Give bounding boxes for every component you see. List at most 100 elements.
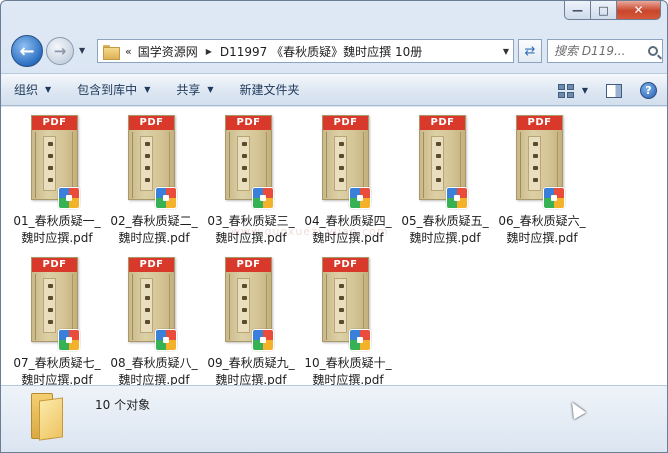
organize-label: 组织 xyxy=(14,83,39,97)
file-list: www.guoxuezi yuan.com PDF 01_春秋质疑一_ 魏时应撰.p… xyxy=(1,107,667,387)
mouse-cursor-icon xyxy=(565,398,587,420)
share-button[interactable]: 共享 ▼ xyxy=(163,73,226,106)
pdf-app-icon xyxy=(252,187,274,209)
search-input[interactable] xyxy=(554,44,646,58)
pdf-badge-label: PDF xyxy=(139,259,164,270)
view-options-dropdown[interactable]: ▼ xyxy=(582,86,588,95)
view-controls: ▼ ? xyxy=(557,74,667,107)
forward-button[interactable]: → xyxy=(46,37,74,65)
file-name-line: 魏时应撰.pdf xyxy=(312,231,384,245)
maximize-button[interactable]: □ xyxy=(591,1,617,20)
back-arrow-icon: ← xyxy=(19,40,35,62)
search-icon[interactable] xyxy=(648,46,658,56)
pdf-badge-label: PDF xyxy=(236,117,261,128)
command-bar: 组织 ▼ 包含到库中 ▼ 共享 ▼ 新建文件夹 ▼ ? xyxy=(1,73,667,106)
file-name[interactable]: 07_春秋质疑七_ 魏时应撰.pdf xyxy=(10,355,104,389)
file-item[interactable]: PDF 03_春秋质疑三_ 魏时应撰.pdf xyxy=(204,113,298,245)
breadcrumb-item-root[interactable]: 国学资源网 xyxy=(138,43,198,60)
pdf-badge-label: PDF xyxy=(42,259,67,270)
book-title-slip xyxy=(237,278,250,333)
change-view-icon[interactable] xyxy=(557,83,574,98)
explorer-window: — □ ✕ ← → ▼ « 国学资源网 ▶ D11997 《春秋质疑》魏时应撰 … xyxy=(0,0,668,453)
file-name[interactable]: 08_春秋质疑八_ 魏时应撰.pdf xyxy=(107,355,201,389)
pdf-app-icon xyxy=(252,329,274,351)
book-title-slip xyxy=(140,136,153,191)
pdf-app-icon xyxy=(155,187,177,209)
file-item[interactable]: PDF 09_春秋质疑九_ 魏时应撰.pdf xyxy=(204,255,298,387)
pdf-app-icon xyxy=(349,329,371,351)
file-name[interactable]: 10_春秋质疑十_ 魏时应撰.pdf xyxy=(301,355,395,389)
include-in-library-button[interactable]: 包含到库中 ▼ xyxy=(64,73,163,106)
item-count: 10 个对象 xyxy=(95,398,151,412)
recent-pages-dropdown[interactable]: ▼ xyxy=(79,46,89,56)
file-item[interactable]: PDF 07_春秋质疑七_ 魏时应撰.pdf xyxy=(10,255,104,387)
breadcrumb-separator-icon[interactable]: ▶ xyxy=(206,47,212,56)
breadcrumb: « 国学资源网 ▶ D11997 《春秋质疑》魏时应撰 10册 xyxy=(125,43,422,60)
file-name-line: 魏时应撰.pdf xyxy=(21,231,93,245)
file-name[interactable]: 01_春秋质疑一_ 魏时应撰.pdf xyxy=(10,213,104,247)
book-title-slip xyxy=(140,278,153,333)
file-name-line: 01_春秋质疑一_ xyxy=(13,214,101,228)
caption-buttons: — □ ✕ xyxy=(564,1,661,21)
close-button[interactable]: ✕ xyxy=(617,1,661,20)
file-name[interactable]: 05_春秋质疑五_ 魏时应撰.pdf xyxy=(398,213,492,247)
search-box[interactable] xyxy=(547,39,663,63)
organize-button[interactable]: 组织 ▼ xyxy=(1,73,64,106)
file-name-line: 魏时应撰.pdf xyxy=(506,231,578,245)
new-folder-button[interactable]: 新建文件夹 xyxy=(227,73,313,106)
file-name-line: 03_春秋质疑三_ xyxy=(207,214,295,228)
book-title-slip xyxy=(334,136,347,191)
pdf-app-icon xyxy=(543,187,565,209)
file-name-line: 02_春秋质疑二_ xyxy=(110,214,198,228)
minimize-icon: — xyxy=(572,3,583,17)
file-item[interactable]: PDF 04_春秋质疑四_ 魏时应撰.pdf xyxy=(301,113,395,245)
maximize-icon: □ xyxy=(598,3,609,17)
file-name-line: 04_春秋质疑四_ xyxy=(304,214,392,228)
file-name[interactable]: 06_春秋质疑六_ 魏时应撰.pdf xyxy=(495,213,589,247)
chevron-down-icon: ▼ xyxy=(207,85,214,94)
pdf-app-icon xyxy=(446,187,468,209)
file-name[interactable]: 03_春秋质疑三_ 魏时应撰.pdf xyxy=(204,213,298,247)
breadcrumb-item-current[interactable]: D11997 《春秋质疑》魏时应撰 10册 xyxy=(220,43,422,60)
folder-icon xyxy=(31,393,65,441)
refresh-icon: ⇄ xyxy=(524,43,536,59)
file-item[interactable]: PDF 10_春秋质疑十_ 魏时应撰.pdf xyxy=(301,255,395,387)
book-title-slip xyxy=(43,136,56,191)
pdf-app-icon xyxy=(58,187,80,209)
pdf-badge-label: PDF xyxy=(236,259,261,270)
breadcrumb-overflow[interactable]: « xyxy=(125,45,132,58)
new-folder-label: 新建文件夹 xyxy=(239,83,300,97)
preview-pane-icon[interactable] xyxy=(606,83,622,98)
help-icon[interactable]: ? xyxy=(640,82,657,99)
address-bar[interactable]: « 国学资源网 ▶ D11997 《春秋质疑》魏时应撰 10册 ▼ xyxy=(97,39,514,63)
file-name[interactable]: 02_春秋质疑二_ 魏时应撰.pdf xyxy=(107,213,201,247)
back-button[interactable]: ← xyxy=(11,35,43,67)
address-dropdown-icon[interactable]: ▼ xyxy=(503,47,509,56)
forward-arrow-icon: → xyxy=(53,42,67,60)
file-name-line: 07_春秋质疑七_ xyxy=(13,356,101,370)
pdf-badge-label: PDF xyxy=(333,259,358,270)
file-name-line: 魏时应撰.pdf xyxy=(215,231,287,245)
pdf-app-icon xyxy=(349,187,371,209)
chevron-down-icon: ▼ xyxy=(144,85,151,94)
file-name-line: 魏时应撰.pdf xyxy=(409,231,481,245)
file-name-line: 10_春秋质疑十_ xyxy=(304,356,392,370)
pdf-badge-label: PDF xyxy=(430,117,455,128)
file-item[interactable]: PDF 06_春秋质疑六_ 魏时应撰.pdf xyxy=(495,113,589,245)
pdf-badge-label: PDF xyxy=(42,117,67,128)
file-item[interactable]: PDF 02_春秋质疑二_ 魏时应撰.pdf xyxy=(107,113,201,245)
folder-icon xyxy=(103,44,120,60)
file-name[interactable]: 04_春秋质疑四_ 魏时应撰.pdf xyxy=(301,213,395,247)
book-title-slip xyxy=(43,278,56,333)
pdf-badge-label: PDF xyxy=(139,117,164,128)
file-item[interactable]: PDF 05_春秋质疑五_ 魏时应撰.pdf xyxy=(398,113,492,245)
file-name-line: 06_春秋质疑六_ xyxy=(498,214,586,228)
minimize-button[interactable]: — xyxy=(564,1,591,20)
book-title-slip xyxy=(334,278,347,333)
refresh-button[interactable]: ⇄ xyxy=(518,39,542,63)
pdf-app-icon xyxy=(58,329,80,351)
file-name[interactable]: 09_春秋质疑九_ 魏时应撰.pdf xyxy=(204,355,298,389)
file-item[interactable]: PDF 01_春秋质疑一_ 魏时应撰.pdf xyxy=(10,113,104,245)
close-icon: ✕ xyxy=(633,3,644,17)
file-item[interactable]: PDF 08_春秋质疑八_ 魏时应撰.pdf xyxy=(107,255,201,387)
